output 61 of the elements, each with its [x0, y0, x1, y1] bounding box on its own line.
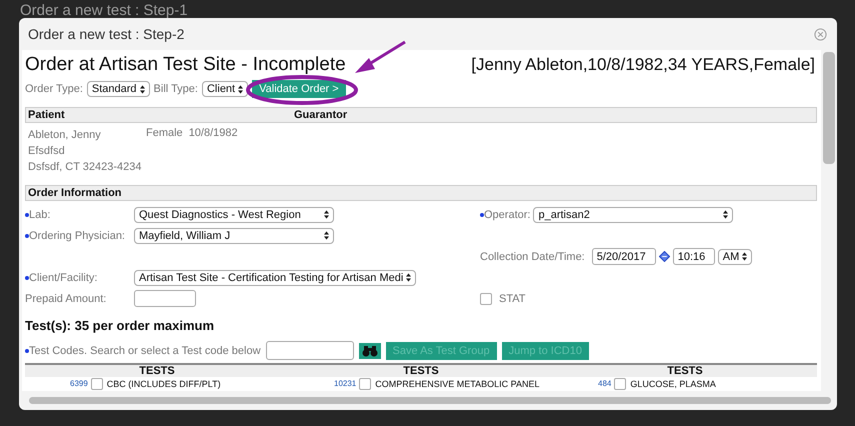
test-name: GLUCOSE, PLASMA: [630, 378, 716, 388]
field-label: Client/Facility:: [25, 272, 131, 284]
checkbox[interactable]: [359, 378, 372, 390]
patient-dob: 10/8/1982: [188, 127, 238, 141]
select-field[interactable]: Quest Diagnostics - West Region: [134, 206, 334, 222]
annotation-arrow: [355, 40, 406, 73]
close-icon[interactable]: [814, 28, 827, 40]
checkbox[interactable]: [480, 292, 492, 304]
order-heading: Order at Artisan Test Site - Incomplete: [25, 54, 346, 76]
patient-address-line: Ableton, Jenny: [28, 128, 102, 143]
select-field[interactable]: p_artisan2: [533, 206, 734, 222]
calendar-icon[interactable]: [658, 251, 670, 262]
checkbox-label: STAT: [499, 292, 526, 304]
time-field[interactable]: 10:16: [672, 248, 715, 265]
test-code-link[interactable]: 484: [598, 379, 612, 388]
updown-arrows-icon: [723, 210, 728, 219]
select-field[interactable]: Artisan Test Site - Certification Testing for Artisan Medi: [134, 270, 416, 286]
field-label: Test Codes. Search or select a Test code below: [25, 344, 261, 356]
updown-arrows-icon: [238, 84, 244, 94]
search-button[interactable]: [358, 342, 381, 358]
patient-address-line: Dsfsdf, CT 32423-4234: [28, 160, 143, 175]
background-window-title: Order a new test : Step-1: [20, 2, 188, 19]
test-name: COMPREHENSIVE METABOLIC PANEL: [375, 378, 540, 388]
tests-heading: Test(s): 35 per order maximum: [25, 318, 216, 333]
field-label: Collection Date/Time:: [480, 250, 585, 262]
field-label: Prepaid Amount:: [25, 292, 108, 304]
patient-sex: Female: [146, 127, 183, 141]
table-header: Patient: [27, 108, 66, 122]
updown-arrows-icon: [406, 273, 412, 282]
checkbox[interactable]: [90, 378, 103, 390]
column-header: TESTS: [138, 365, 176, 377]
scrollbar[interactable]: [29, 397, 831, 404]
updown-arrows-icon: [324, 210, 329, 219]
date-field[interactable]: 5/20/2017: [592, 248, 656, 265]
column-header: TESTS: [402, 365, 440, 377]
bill-type-select[interactable]: Client: [202, 81, 248, 97]
patient-address-line: Efsdfsd: [28, 144, 66, 159]
updown-arrows-icon: [742, 252, 748, 261]
checkbox[interactable]: [614, 378, 626, 390]
test-name: CBC (INCLUDES DIFF/PLT): [106, 378, 221, 388]
field-label: Ordering Physician:: [25, 230, 131, 242]
field-label: Operator:: [480, 208, 530, 220]
select-field[interactable]: Mayfield, William J: [134, 228, 334, 244]
table-header: Guarantor: [293, 108, 348, 122]
column-header: TESTS: [666, 365, 704, 377]
scrollbar[interactable]: [821, 50, 837, 391]
search-field[interactable]: [266, 341, 354, 360]
patient-summary: [Jenny Ableton,10/8/1982,34 YEARS,Female]: [471, 55, 815, 75]
test-code-link[interactable]: 10231: [334, 379, 356, 388]
input-field[interactable]: [134, 290, 196, 307]
order-type-select[interactable]: Standard: [86, 81, 150, 97]
updown-arrows-icon: [140, 84, 145, 94]
field-label: Lab:: [25, 208, 131, 220]
am-pm-select[interactable]: AM: [718, 248, 752, 264]
order-type-label: Order Type:: [25, 83, 83, 95]
binoculars-icon: [362, 344, 378, 356]
dialog-title: Order a new test : Step-2: [28, 26, 184, 42]
bill-type-label: Bill Type:: [154, 83, 198, 95]
section-header: Order Information: [25, 185, 817, 201]
test-code-link[interactable]: 6399: [70, 379, 88, 388]
updown-arrows-icon: [324, 231, 329, 240]
